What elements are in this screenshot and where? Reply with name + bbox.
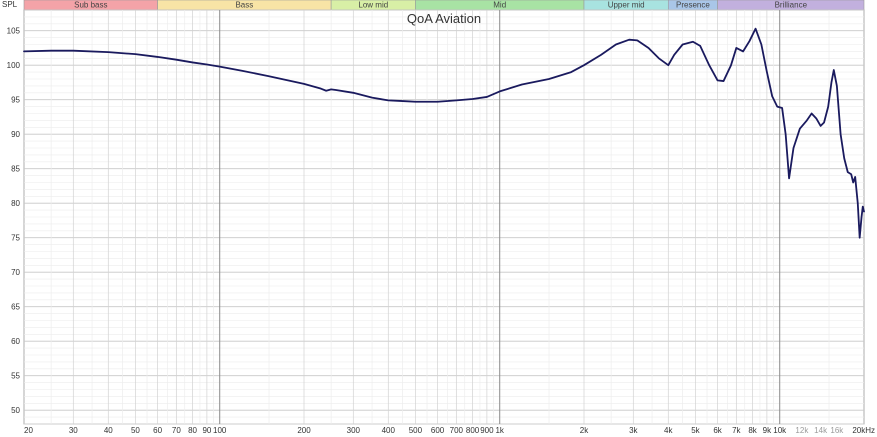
x-tick-label: 14k [814, 426, 828, 435]
y-tick-label: 65 [11, 303, 20, 312]
y-tick-label: 75 [11, 234, 20, 243]
y-tick-label: 95 [11, 96, 20, 105]
x-tick-label: 200 [297, 426, 311, 435]
frequency-response-chart: Sub bass Bass Low mid Mid Upper mid Presence B… [0, 0, 877, 437]
x-tick-label: 100 [213, 426, 227, 435]
chart-title: QoA Aviation [407, 11, 481, 26]
y-tick-label: 70 [11, 268, 20, 277]
x-tick-label: 20kHz [852, 426, 875, 435]
x-tick-label: 40 [104, 426, 113, 435]
y-axis-label: SPL [2, 0, 18, 9]
x-tick-label: 10k [773, 426, 787, 435]
y-tick-label: 60 [11, 337, 20, 346]
band-label-presence: Presence [676, 1, 710, 10]
x-tick-label: 7k [732, 426, 741, 435]
x-tick-label: 600 [431, 426, 445, 435]
x-tick-label: 500 [409, 426, 423, 435]
band-label-brilliance: Brilliance [775, 1, 808, 10]
band-label-bass: Bass [235, 1, 253, 10]
x-tick-label: 50 [131, 426, 140, 435]
frequency-bands: Sub bass Bass Low mid Mid Upper mid Presence B… [23, 0, 865, 11]
grid [23, 9, 865, 425]
x-tick-label: 60 [153, 426, 162, 435]
x-tick-label: 16k [830, 426, 844, 435]
x-tick-label: 9k [763, 426, 772, 435]
band-label-sub-bass: Sub bass [74, 1, 107, 10]
x-tick-label: 400 [382, 426, 396, 435]
x-tick-label: 3k [629, 426, 638, 435]
x-tick-label: 700 [450, 426, 464, 435]
x-tick-label: 90 [202, 426, 211, 435]
y-tick-label: 80 [11, 199, 20, 208]
x-tick-label: 12k [795, 426, 809, 435]
x-tick-label: 2k [580, 426, 589, 435]
y-tick-label: 105 [7, 27, 21, 36]
band-label-mid: Mid [493, 1, 506, 10]
x-tick-label: 70 [172, 426, 181, 435]
band-label-upper-mid: Upper mid [608, 1, 645, 10]
y-tick-label: 55 [11, 372, 20, 381]
x-tick-label: 20 [24, 426, 33, 435]
y-tick-label: 50 [11, 406, 20, 415]
y-tick-label: 100 [7, 61, 21, 70]
band-label-low-mid: Low mid [358, 1, 388, 10]
x-tick-label: 80 [188, 426, 197, 435]
y-tick-label: 85 [11, 165, 20, 174]
y-tick-label: 90 [11, 130, 20, 139]
x-tick-label: 800 [466, 426, 480, 435]
x-tick-label: 6k [713, 426, 722, 435]
x-tick-label: 30 [69, 426, 78, 435]
x-tick-label: 900 [480, 426, 494, 435]
x-tick-label: 4k [664, 426, 673, 435]
x-tick-label: 300 [347, 426, 361, 435]
x-tick-label: 8k [748, 426, 757, 435]
x-tick-label: 1k [495, 426, 504, 435]
x-tick-label: 5k [691, 426, 700, 435]
